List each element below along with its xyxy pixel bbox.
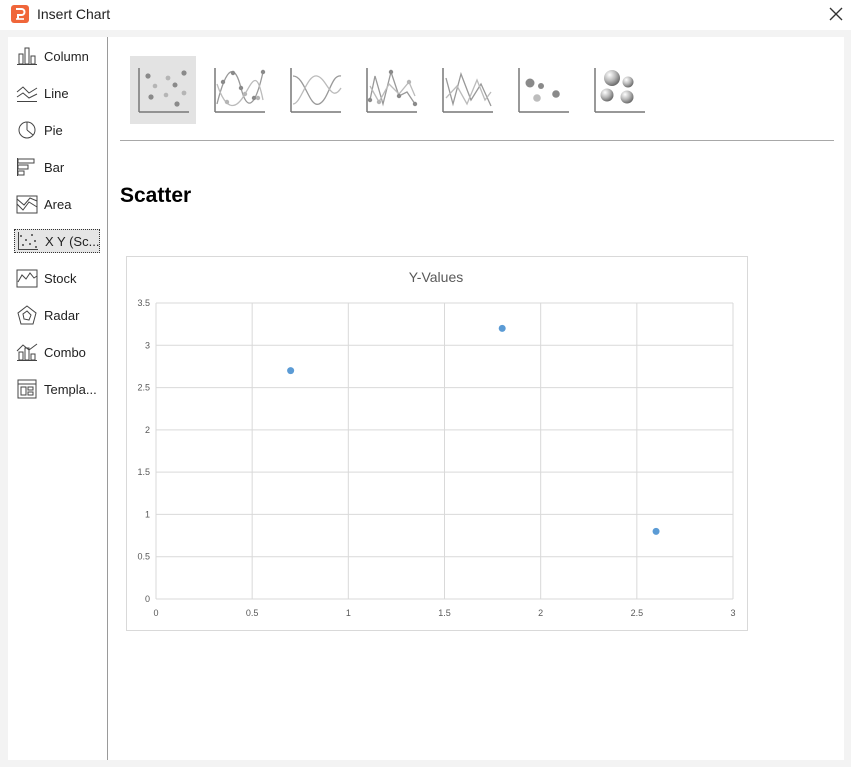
chart-type-sidebar: Column Line Pie Bar Area X Y (Sc... Stoc… bbox=[8, 37, 108, 760]
sidebar-item-pie[interactable]: Pie bbox=[14, 118, 100, 142]
sidebar-item-label: Templa... bbox=[44, 381, 97, 397]
scatter-smooth-lines-icon bbox=[290, 68, 342, 113]
y-tick-label: 2.5 bbox=[137, 383, 150, 393]
y-tick-label: 3.5 bbox=[137, 298, 150, 308]
pie-chart-icon bbox=[18, 121, 36, 139]
bubble-icon bbox=[518, 68, 569, 113]
subtype-scatter[interactable] bbox=[130, 56, 196, 124]
y-tick-label: 0 bbox=[145, 594, 150, 604]
stock-chart-icon bbox=[16, 269, 38, 288]
sidebar-item-label: Area bbox=[44, 196, 72, 212]
sidebar-item-bar[interactable]: Bar bbox=[14, 155, 100, 179]
x-tick-label: 2.5 bbox=[631, 608, 644, 618]
chart-title: Y-Values bbox=[409, 269, 463, 285]
x-tick-label: 0.5 bbox=[246, 608, 259, 618]
sidebar-item-label: Radar bbox=[44, 307, 80, 323]
subtype-scatter-smooth-markers[interactable] bbox=[206, 56, 272, 124]
y-tick-label: 0.5 bbox=[137, 552, 150, 562]
presentation-app-icon bbox=[11, 5, 29, 23]
y-tick-label: 3 bbox=[145, 340, 150, 350]
scatter-chart: Y-Values 0 0.5 1 1.5 2 2.5 3 0 0.5 1 1.5 2 2.5 3 3.5 bbox=[137, 269, 735, 618]
y-tick-label: 2 bbox=[145, 425, 150, 435]
scatter-point bbox=[498, 324, 506, 332]
x-tick-label: 1 bbox=[346, 608, 351, 618]
scatter-smooth-lines-markers-icon bbox=[214, 68, 266, 113]
subtype-scatter-smooth[interactable] bbox=[282, 56, 348, 124]
3d-bubble-icon bbox=[594, 68, 645, 113]
subtype-scatter-straight-markers[interactable] bbox=[358, 56, 424, 124]
sidebar-item-templates[interactable]: Templa... bbox=[14, 377, 100, 401]
close-icon bbox=[829, 7, 843, 21]
sidebar-item-label: X Y (Sc... bbox=[45, 233, 100, 249]
column-chart-icon bbox=[17, 47, 37, 65]
sidebar-item-combo[interactable]: Combo bbox=[14, 340, 100, 364]
dialog-content: Column Line Pie Bar Area X Y (Sc... Stoc… bbox=[8, 37, 844, 760]
title-bar: Insert Chart bbox=[0, 0, 851, 30]
close-button[interactable] bbox=[822, 0, 850, 28]
scatter-markers-icon bbox=[138, 68, 189, 113]
sidebar-item-label: Line bbox=[44, 85, 69, 101]
line-chart-icon bbox=[16, 86, 38, 102]
x-tick-label: 0 bbox=[153, 608, 158, 618]
sidebar-item-line[interactable]: Line bbox=[14, 81, 100, 105]
sidebar-item-area[interactable]: Area bbox=[14, 192, 100, 216]
sidebar-item-column[interactable]: Column bbox=[14, 44, 100, 68]
y-tick-label: 1.5 bbox=[137, 467, 150, 477]
area-chart-icon bbox=[16, 195, 38, 214]
radar-chart-icon bbox=[17, 305, 37, 325]
sidebar-item-xy-scatter[interactable]: X Y (Sc... bbox=[14, 229, 100, 253]
sidebar-item-stock[interactable]: Stock bbox=[14, 266, 100, 290]
subtype-bubble[interactable] bbox=[510, 56, 576, 124]
sidebar-item-label: Pie bbox=[44, 122, 63, 138]
template-chart-icon bbox=[17, 379, 37, 399]
subtype-scatter-straight[interactable] bbox=[434, 56, 500, 124]
x-tick-label: 2 bbox=[538, 608, 543, 618]
sidebar-item-label: Combo bbox=[44, 344, 86, 360]
combo-chart-icon bbox=[16, 343, 38, 361]
sidebar-item-radar[interactable]: Radar bbox=[14, 303, 100, 327]
subtype-3d-bubble[interactable] bbox=[586, 56, 652, 124]
sidebar-item-label: Stock bbox=[44, 270, 77, 286]
scatter-straight-lines-markers-icon bbox=[366, 68, 418, 113]
chart-preview: Y-Values 0 0.5 1 1.5 2 2.5 3 0 0.5 1 1.5 2 2.5 3 3.5 bbox=[126, 256, 748, 631]
sidebar-item-label: Bar bbox=[44, 159, 65, 175]
xy-scatter-chart-icon bbox=[18, 232, 38, 250]
scatter-point bbox=[287, 367, 295, 375]
scatter-straight-lines-icon bbox=[442, 68, 493, 113]
y-tick-label: 1 bbox=[145, 509, 150, 519]
gallery-divider bbox=[120, 140, 834, 141]
dialog-title: Insert Chart bbox=[37, 6, 111, 22]
subtype-title: Scatter bbox=[120, 184, 192, 207]
x-tick-label: 1.5 bbox=[438, 608, 451, 618]
scatter-point bbox=[652, 527, 660, 535]
x-tick-label: 3 bbox=[730, 608, 735, 618]
sidebar-item-label: Column bbox=[44, 48, 89, 64]
bar-chart-icon bbox=[17, 158, 35, 176]
